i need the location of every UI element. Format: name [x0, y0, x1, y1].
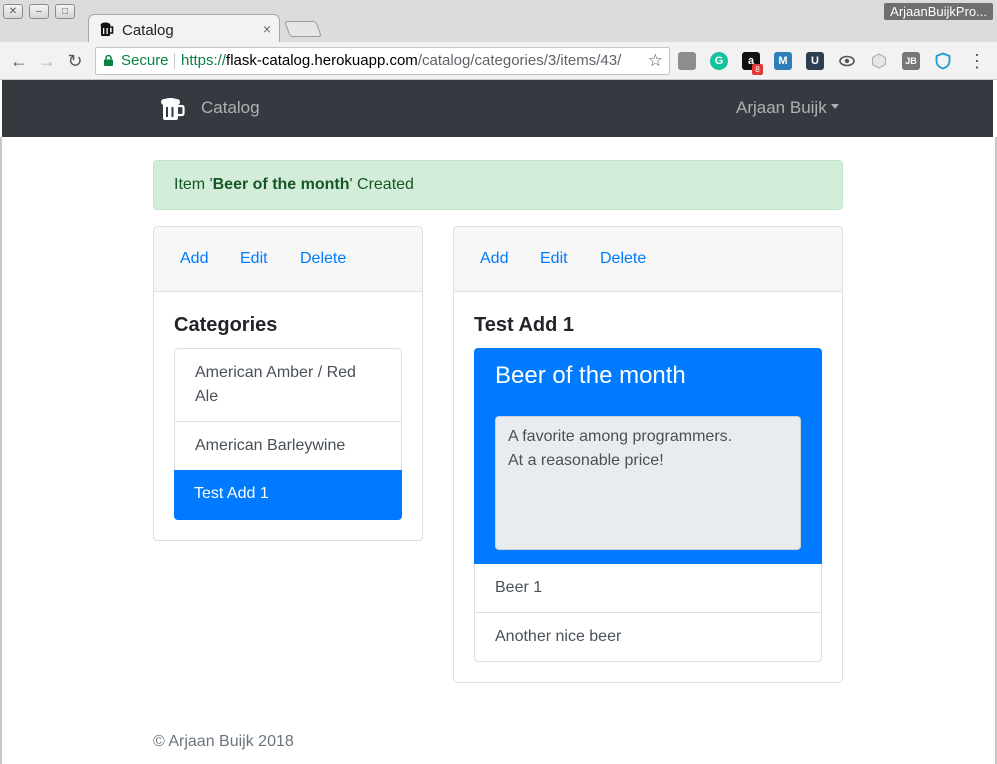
- category-item[interactable]: American Barleywine: [175, 422, 401, 471]
- jb-icon[interactable]: JB: [902, 52, 920, 70]
- minimize-window-icon[interactable]: –: [29, 4, 49, 19]
- browser-toolbar: ← → ↻ Secure https://flask-catalog.herok…: [0, 42, 997, 80]
- u-extension-icon[interactable]: U: [806, 52, 824, 70]
- secure-label: Secure: [121, 52, 169, 69]
- category-item[interactable]: American Amber / Red Ale: [175, 349, 401, 422]
- address-separator: [174, 53, 175, 69]
- user-name: Arjaan Buijk: [736, 98, 827, 117]
- categories-title: Categories: [174, 314, 278, 336]
- edit-item-link[interactable]: Edit: [540, 250, 568, 268]
- shield-icon[interactable]: [934, 52, 952, 70]
- add-category-link[interactable]: Add: [180, 250, 208, 268]
- window-border-left: [0, 137, 2, 764]
- delete-category-link[interactable]: Delete: [300, 250, 346, 268]
- new-tab-button[interactable]: [284, 21, 322, 37]
- edit-category-link[interactable]: Edit: [240, 250, 268, 268]
- categories-card-header: Add Edit Delete: [154, 227, 422, 292]
- beer-mug-favicon-icon: [100, 22, 114, 36]
- close-window-icon[interactable]: ✕: [3, 4, 23, 19]
- url-path: /catalog/categories/3/items/43/: [417, 52, 622, 69]
- items-card-header: Add Edit Delete: [454, 227, 842, 292]
- add-item-link[interactable]: Add: [480, 250, 508, 268]
- url-host: flask-catalog.herokuapp.com: [226, 52, 418, 69]
- item-description-line1: A favorite among programmers.: [508, 428, 733, 445]
- item-active-name: Beer of the month: [495, 362, 686, 389]
- cube-icon[interactable]: [870, 52, 888, 70]
- url-text: https://flask-catalog.herokuapp.com/cata…: [181, 48, 621, 74]
- chrome-menu-icon[interactable]: ⋮: [968, 52, 986, 70]
- back-arrow-icon[interactable]: ←: [9, 51, 29, 71]
- grammarly-icon[interactable]: G: [710, 52, 728, 70]
- items-card: Add Edit Delete Test Add 1 Beer of the m…: [453, 226, 843, 683]
- app-navbar: Catalog Arjaan Buijk: [2, 80, 993, 137]
- delete-item-link[interactable]: Delete: [600, 250, 646, 268]
- category-list: American Amber / Red Ale American Barley…: [174, 348, 402, 520]
- url-scheme: https://: [181, 52, 227, 69]
- caret-down-icon: [830, 104, 839, 109]
- tab-close-icon[interactable]: ×: [263, 21, 271, 37]
- category-label-line2: Ale: [195, 388, 219, 405]
- maximize-window-icon[interactable]: □: [55, 4, 75, 19]
- flash-alert: Item 'Beer of the month' Created: [153, 160, 843, 210]
- evernote-icon[interactable]: [678, 52, 696, 70]
- browser-tab[interactable]: Catalog ×: [88, 14, 280, 44]
- item-list: Beer 1 Another nice beer: [474, 564, 822, 662]
- bookmark-star-icon[interactable]: ☆: [648, 48, 663, 74]
- items-title: Test Add 1: [474, 314, 575, 336]
- window-titlebar: ✕ – □ Catalog × ArjaanBuijkPro...: [0, 0, 997, 44]
- amazon-badge: 8: [752, 64, 763, 75]
- item-description: A favorite among programmers. At a reaso…: [495, 416, 801, 550]
- alert-suffix: ' Created: [349, 176, 414, 193]
- forward-arrow-icon[interactable]: →: [37, 51, 57, 71]
- tab-title: Catalog: [122, 22, 174, 39]
- item-description-line2: At a reasonable price!: [508, 452, 664, 469]
- user-dropdown[interactable]: Arjaan Buijk: [736, 98, 839, 118]
- address-bar[interactable]: Secure https://flask-catalog.herokuapp.c…: [95, 47, 670, 75]
- alert-item-name: Beer of the month: [212, 176, 350, 193]
- beer-mug-logo-icon[interactable]: [160, 96, 186, 122]
- category-item-active[interactable]: Test Add 1: [174, 470, 402, 520]
- item-list-item[interactable]: Another nice beer: [475, 613, 821, 661]
- item-active[interactable]: Beer of the month A favorite among progr…: [474, 348, 822, 564]
- category-label-line1: American Amber / Red: [195, 364, 356, 381]
- item-list-item[interactable]: Beer 1: [475, 564, 821, 613]
- categories-card: Add Edit Delete Categories American Ambe…: [153, 226, 423, 541]
- lock-icon: [104, 55, 113, 66]
- m-extension-icon[interactable]: M: [774, 52, 792, 70]
- navbar-brand[interactable]: Catalog: [201, 98, 260, 118]
- alert-prefix: Item ': [174, 176, 213, 193]
- eye-icon[interactable]: [838, 52, 856, 70]
- reload-icon[interactable]: ↻: [65, 51, 85, 71]
- footer-copyright: © Arjaan Buijk 2018: [153, 733, 294, 750]
- profile-button[interactable]: ArjaanBuijkPro...: [884, 3, 993, 20]
